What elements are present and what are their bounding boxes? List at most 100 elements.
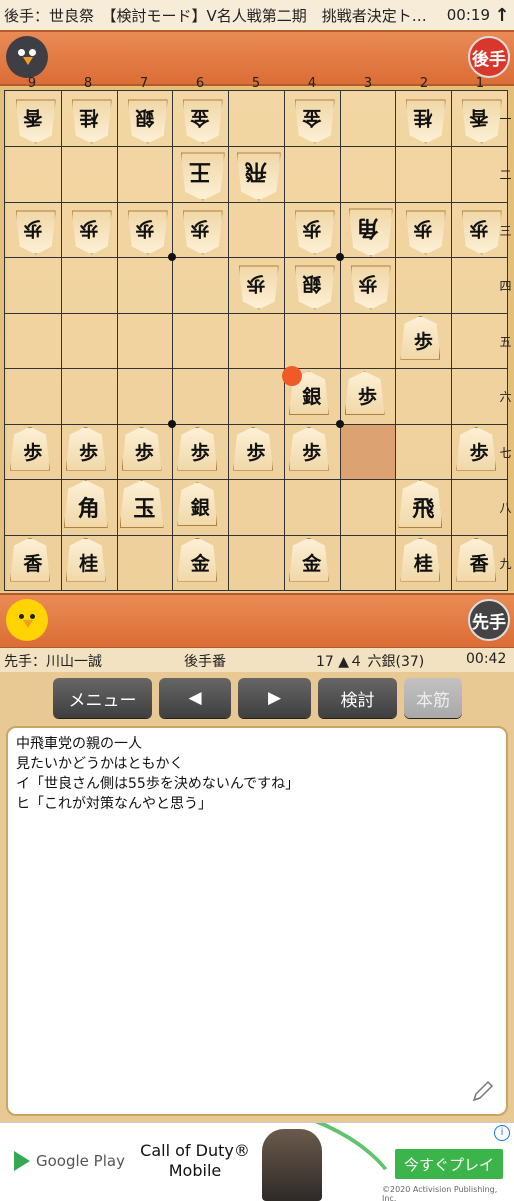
piece-label: 歩 bbox=[23, 217, 43, 240]
turn-indicator: 後手番 bbox=[184, 654, 226, 670]
piece-label: 歩 bbox=[134, 217, 154, 240]
row-numbers: 一 二 三 四 五 六 七 八 九 bbox=[497, 90, 514, 593]
piece-label: 香 bbox=[23, 106, 43, 129]
row-number: 五 bbox=[499, 335, 512, 349]
sente-piece[interactable]: 玉 bbox=[117, 479, 173, 534]
sente-piece[interactable]: 歩 bbox=[172, 424, 228, 479]
sente-piece[interactable]: 歩 bbox=[395, 313, 451, 368]
sente-piece-stand: 先手 bbox=[0, 593, 514, 649]
comment-box[interactable]: 中飛車党の親の一人 見たいかどうかはともかく イ「世良さん側は55歩を決めないん… bbox=[6, 726, 508, 1116]
piece-label: 金 bbox=[190, 106, 210, 129]
piece-label: 桂 bbox=[79, 552, 99, 575]
piece-label: 香 bbox=[469, 106, 489, 129]
piece-label: 歩 bbox=[358, 272, 378, 295]
sente-piece[interactable]: 香 bbox=[5, 535, 61, 590]
gote-clock: 00:19 bbox=[446, 6, 490, 24]
column-number: 9 bbox=[27, 76, 37, 91]
piece-label: 飛 bbox=[412, 495, 435, 522]
gote-piece[interactable]: 歩 bbox=[284, 202, 340, 257]
gote-piece[interactable]: 角 bbox=[340, 202, 396, 257]
column-number: 3 bbox=[363, 76, 373, 91]
ad-play-now-button[interactable]: 今すぐプレイ bbox=[395, 1149, 503, 1179]
piece-label: 銀 bbox=[302, 272, 322, 295]
row-number: 六 bbox=[499, 390, 512, 404]
row-number: 七 bbox=[499, 446, 512, 460]
sente-piece[interactable]: 桂 bbox=[395, 535, 451, 590]
piece-label: 歩 bbox=[413, 217, 433, 240]
ad-game-title-line2: Mobile bbox=[168, 1161, 222, 1180]
gote-piece[interactable]: 歩 bbox=[61, 202, 117, 257]
gote-piece[interactable]: 銀 bbox=[117, 91, 173, 146]
grid-line bbox=[5, 368, 507, 370]
gote-piece[interactable]: 飛 bbox=[228, 146, 284, 201]
row-number: 一 bbox=[499, 112, 512, 126]
next-move-button[interactable]: ▶ bbox=[238, 678, 311, 718]
piece-label: 歩 bbox=[134, 441, 154, 464]
gote-piece[interactable]: 歩 bbox=[228, 257, 284, 312]
play-icon bbox=[14, 1151, 30, 1171]
sente-badge: 先手 bbox=[468, 599, 510, 641]
piece-label: 歩 bbox=[79, 441, 99, 464]
piece-label: 歩 bbox=[79, 217, 99, 240]
gote-piece[interactable]: 銀 bbox=[284, 257, 340, 312]
gote-piece[interactable]: 歩 bbox=[395, 202, 451, 257]
sente-piece[interactable]: 歩 bbox=[117, 424, 173, 479]
row-number: 三 bbox=[499, 224, 512, 238]
column-number: 5 bbox=[251, 76, 261, 91]
sente-piece[interactable]: 飛 bbox=[395, 479, 451, 534]
gote-piece[interactable]: 香 bbox=[5, 91, 61, 146]
gote-piece[interactable]: 歩 bbox=[172, 202, 228, 257]
row-number: 八 bbox=[499, 501, 512, 515]
shogi-board[interactable]: 香桂銀金金桂香王飛歩歩歩歩歩角歩歩歩銀歩歩銀歩歩歩歩歩歩歩歩角玉銀飛香桂金金桂香 bbox=[4, 90, 508, 591]
gote-piece[interactable]: 王 bbox=[172, 146, 228, 201]
piece-label: 香 bbox=[469, 552, 489, 575]
grid-line bbox=[283, 91, 285, 590]
ad-character-image bbox=[262, 1129, 322, 1201]
piece-label: 歩 bbox=[23, 441, 43, 464]
piece-label: 桂 bbox=[79, 106, 99, 129]
comment-line: ヒ「これが対策なんやと思う」 bbox=[16, 796, 212, 812]
pencil-icon[interactable] bbox=[470, 1078, 496, 1104]
gote-piece[interactable]: 金 bbox=[284, 91, 340, 146]
sente-player-name: 先手：川山一誠 bbox=[4, 654, 102, 670]
gote-piece[interactable]: 桂 bbox=[395, 91, 451, 146]
analyze-button[interactable]: 検討 bbox=[318, 678, 397, 718]
comment-line: イ「世良さん側は55歩を決めないんですね」 bbox=[16, 776, 300, 792]
piece-label: 銀 bbox=[134, 106, 154, 129]
piece-label: 銀 bbox=[190, 497, 210, 520]
prev-move-button[interactable]: ◀ bbox=[159, 678, 231, 718]
grid-line bbox=[451, 91, 453, 590]
gote-piece[interactable]: 歩 bbox=[5, 202, 61, 257]
sente-piece[interactable]: 歩 bbox=[5, 424, 61, 479]
gote-piece[interactable]: 歩 bbox=[117, 202, 173, 257]
gote-piece[interactable]: 桂 bbox=[61, 91, 117, 146]
piece-label: 金 bbox=[302, 106, 322, 129]
piece-label: 歩 bbox=[469, 441, 489, 464]
upload-arrow-icon[interactable]: ↑ bbox=[490, 5, 514, 26]
piece-label: 角 bbox=[77, 495, 100, 522]
piece-label: 歩 bbox=[190, 217, 210, 240]
last-move-marker bbox=[281, 366, 302, 387]
sente-piece[interactable]: 銀 bbox=[172, 479, 228, 534]
column-number: 2 bbox=[419, 76, 429, 91]
sente-piece[interactable]: 歩 bbox=[61, 424, 117, 479]
sente-piece[interactable]: 歩 bbox=[340, 368, 396, 423]
sente-piece[interactable]: 金 bbox=[284, 535, 340, 590]
sente-piece[interactable]: 歩 bbox=[284, 424, 340, 479]
sente-piece[interactable]: 歩 bbox=[228, 424, 284, 479]
google-play-logo: Google Play bbox=[14, 1151, 125, 1171]
piece-label: 角 bbox=[356, 214, 379, 241]
ad-banner[interactable]: Google Play Call of Duty® Mobile 今すぐプレイ … bbox=[0, 1122, 514, 1201]
row-number: 九 bbox=[499, 557, 512, 571]
column-number: 7 bbox=[139, 76, 149, 91]
sente-piece[interactable]: 桂 bbox=[61, 535, 117, 590]
piece-label: 玉 bbox=[133, 495, 156, 522]
sente-piece[interactable]: 角 bbox=[61, 479, 117, 534]
ad-info-icon[interactable]: i bbox=[494, 1125, 510, 1141]
sente-piece[interactable]: 金 bbox=[172, 535, 228, 590]
gote-piece[interactable]: 金 bbox=[172, 91, 228, 146]
sente-avatar bbox=[6, 599, 48, 641]
ad-game-title-line1: Call of Duty® bbox=[140, 1141, 250, 1160]
menu-button[interactable]: メニュー bbox=[53, 678, 152, 718]
gote-piece[interactable]: 歩 bbox=[340, 257, 396, 312]
